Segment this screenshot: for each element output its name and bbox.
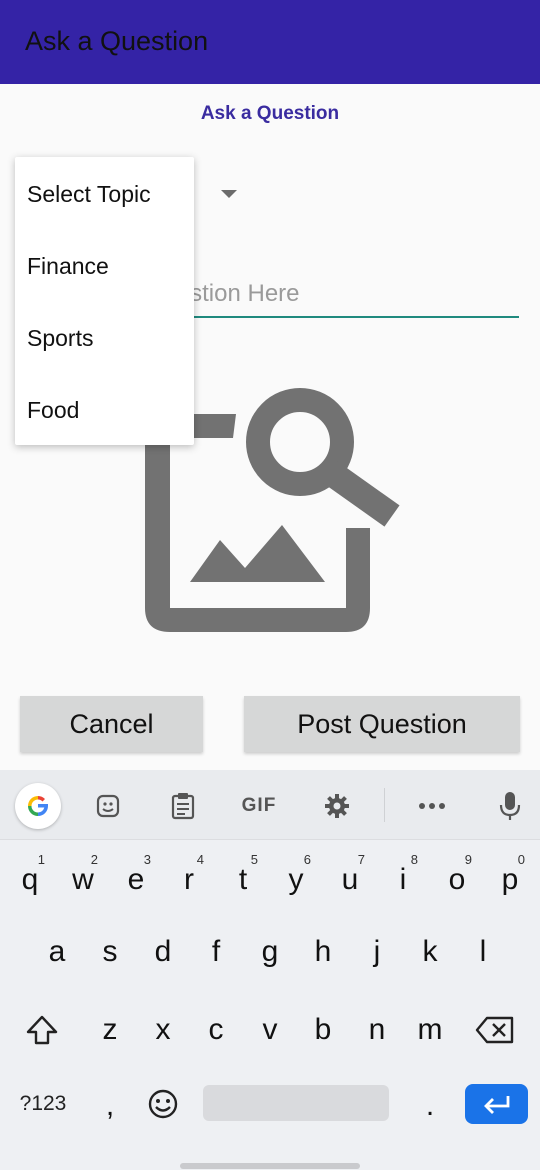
key-comma[interactable]: ,: [85, 1076, 135, 1136]
dropdown-item-sports[interactable]: Sports: [15, 301, 194, 373]
space-key[interactable]: [203, 1085, 389, 1121]
dropdown-item-finance[interactable]: Finance: [15, 229, 194, 301]
emoji-key[interactable]: [138, 1074, 188, 1134]
key-x[interactable]: x: [138, 1000, 188, 1060]
key-r[interactable]: r4: [164, 850, 214, 910]
key-d[interactable]: d: [138, 922, 188, 982]
key-m[interactable]: m: [405, 1000, 455, 1060]
key-v[interactable]: v: [245, 1000, 295, 1060]
key-o[interactable]: o9: [432, 850, 482, 910]
page-heading: Ask a Question: [200, 103, 340, 124]
key-i[interactable]: i8: [378, 850, 428, 910]
emoji-icon: [148, 1089, 178, 1119]
key-g[interactable]: g: [245, 922, 295, 982]
app-bar-title: Ask a Question: [25, 26, 209, 56]
backspace-key[interactable]: [470, 1000, 520, 1060]
key-u[interactable]: u7: [325, 850, 375, 910]
settings-icon[interactable]: [315, 784, 359, 828]
dropdown-item-food[interactable]: Food: [15, 373, 194, 445]
key-k[interactable]: k: [405, 922, 455, 982]
key-h[interactable]: h: [298, 922, 348, 982]
cancel-button[interactable]: Cancel: [20, 696, 203, 752]
post-question-button[interactable]: Post Question: [244, 696, 520, 752]
key-s[interactable]: s: [85, 922, 135, 982]
key-f[interactable]: f: [191, 922, 241, 982]
app-bar: Ask a Question: [0, 0, 540, 84]
key-l[interactable]: l: [458, 922, 508, 982]
enter-key[interactable]: [465, 1084, 528, 1124]
gif-button[interactable]: GIF: [236, 784, 282, 828]
topic-dropdown-menu: Select Topic Finance Sports Food: [15, 157, 194, 445]
key-b[interactable]: b: [298, 1000, 348, 1060]
mic-icon[interactable]: [488, 784, 532, 828]
key-w[interactable]: w2: [58, 850, 108, 910]
shift-key[interactable]: [17, 1000, 67, 1060]
gesture-nav-bar[interactable]: [180, 1163, 360, 1169]
key-t[interactable]: t5: [218, 850, 268, 910]
dropdown-item-select-topic[interactable]: Select Topic: [15, 157, 194, 229]
key-period[interactable]: .: [405, 1076, 455, 1136]
key-p[interactable]: p0: [485, 850, 535, 910]
shift-icon: [26, 1015, 58, 1045]
enter-icon: [483, 1096, 509, 1114]
key-q[interactable]: q1: [5, 850, 55, 910]
key-c[interactable]: c: [191, 1000, 241, 1060]
key-y[interactable]: y6: [271, 850, 321, 910]
keyboard-toolbar: GIF: [0, 770, 540, 840]
soft-keyboard: GIF q1 w2 e3 r4 t5 y6 u7 i8 o9 p0 a s d …: [0, 770, 540, 1170]
key-z[interactable]: z: [85, 1000, 135, 1060]
key-e[interactable]: e3: [111, 850, 161, 910]
key-n[interactable]: n: [352, 1000, 402, 1060]
toolbar-divider: [384, 788, 385, 822]
key-j[interactable]: j: [352, 922, 402, 982]
clipboard-icon[interactable]: [161, 784, 205, 828]
key-a[interactable]: a: [32, 922, 82, 982]
sticker-icon[interactable]: [86, 784, 130, 828]
backspace-icon: [475, 1016, 514, 1044]
symbols-key[interactable]: ?123: [10, 1084, 76, 1124]
more-icon[interactable]: [410, 784, 454, 828]
dropdown-arrow-icon[interactable]: [221, 190, 237, 198]
google-icon[interactable]: [15, 783, 61, 829]
